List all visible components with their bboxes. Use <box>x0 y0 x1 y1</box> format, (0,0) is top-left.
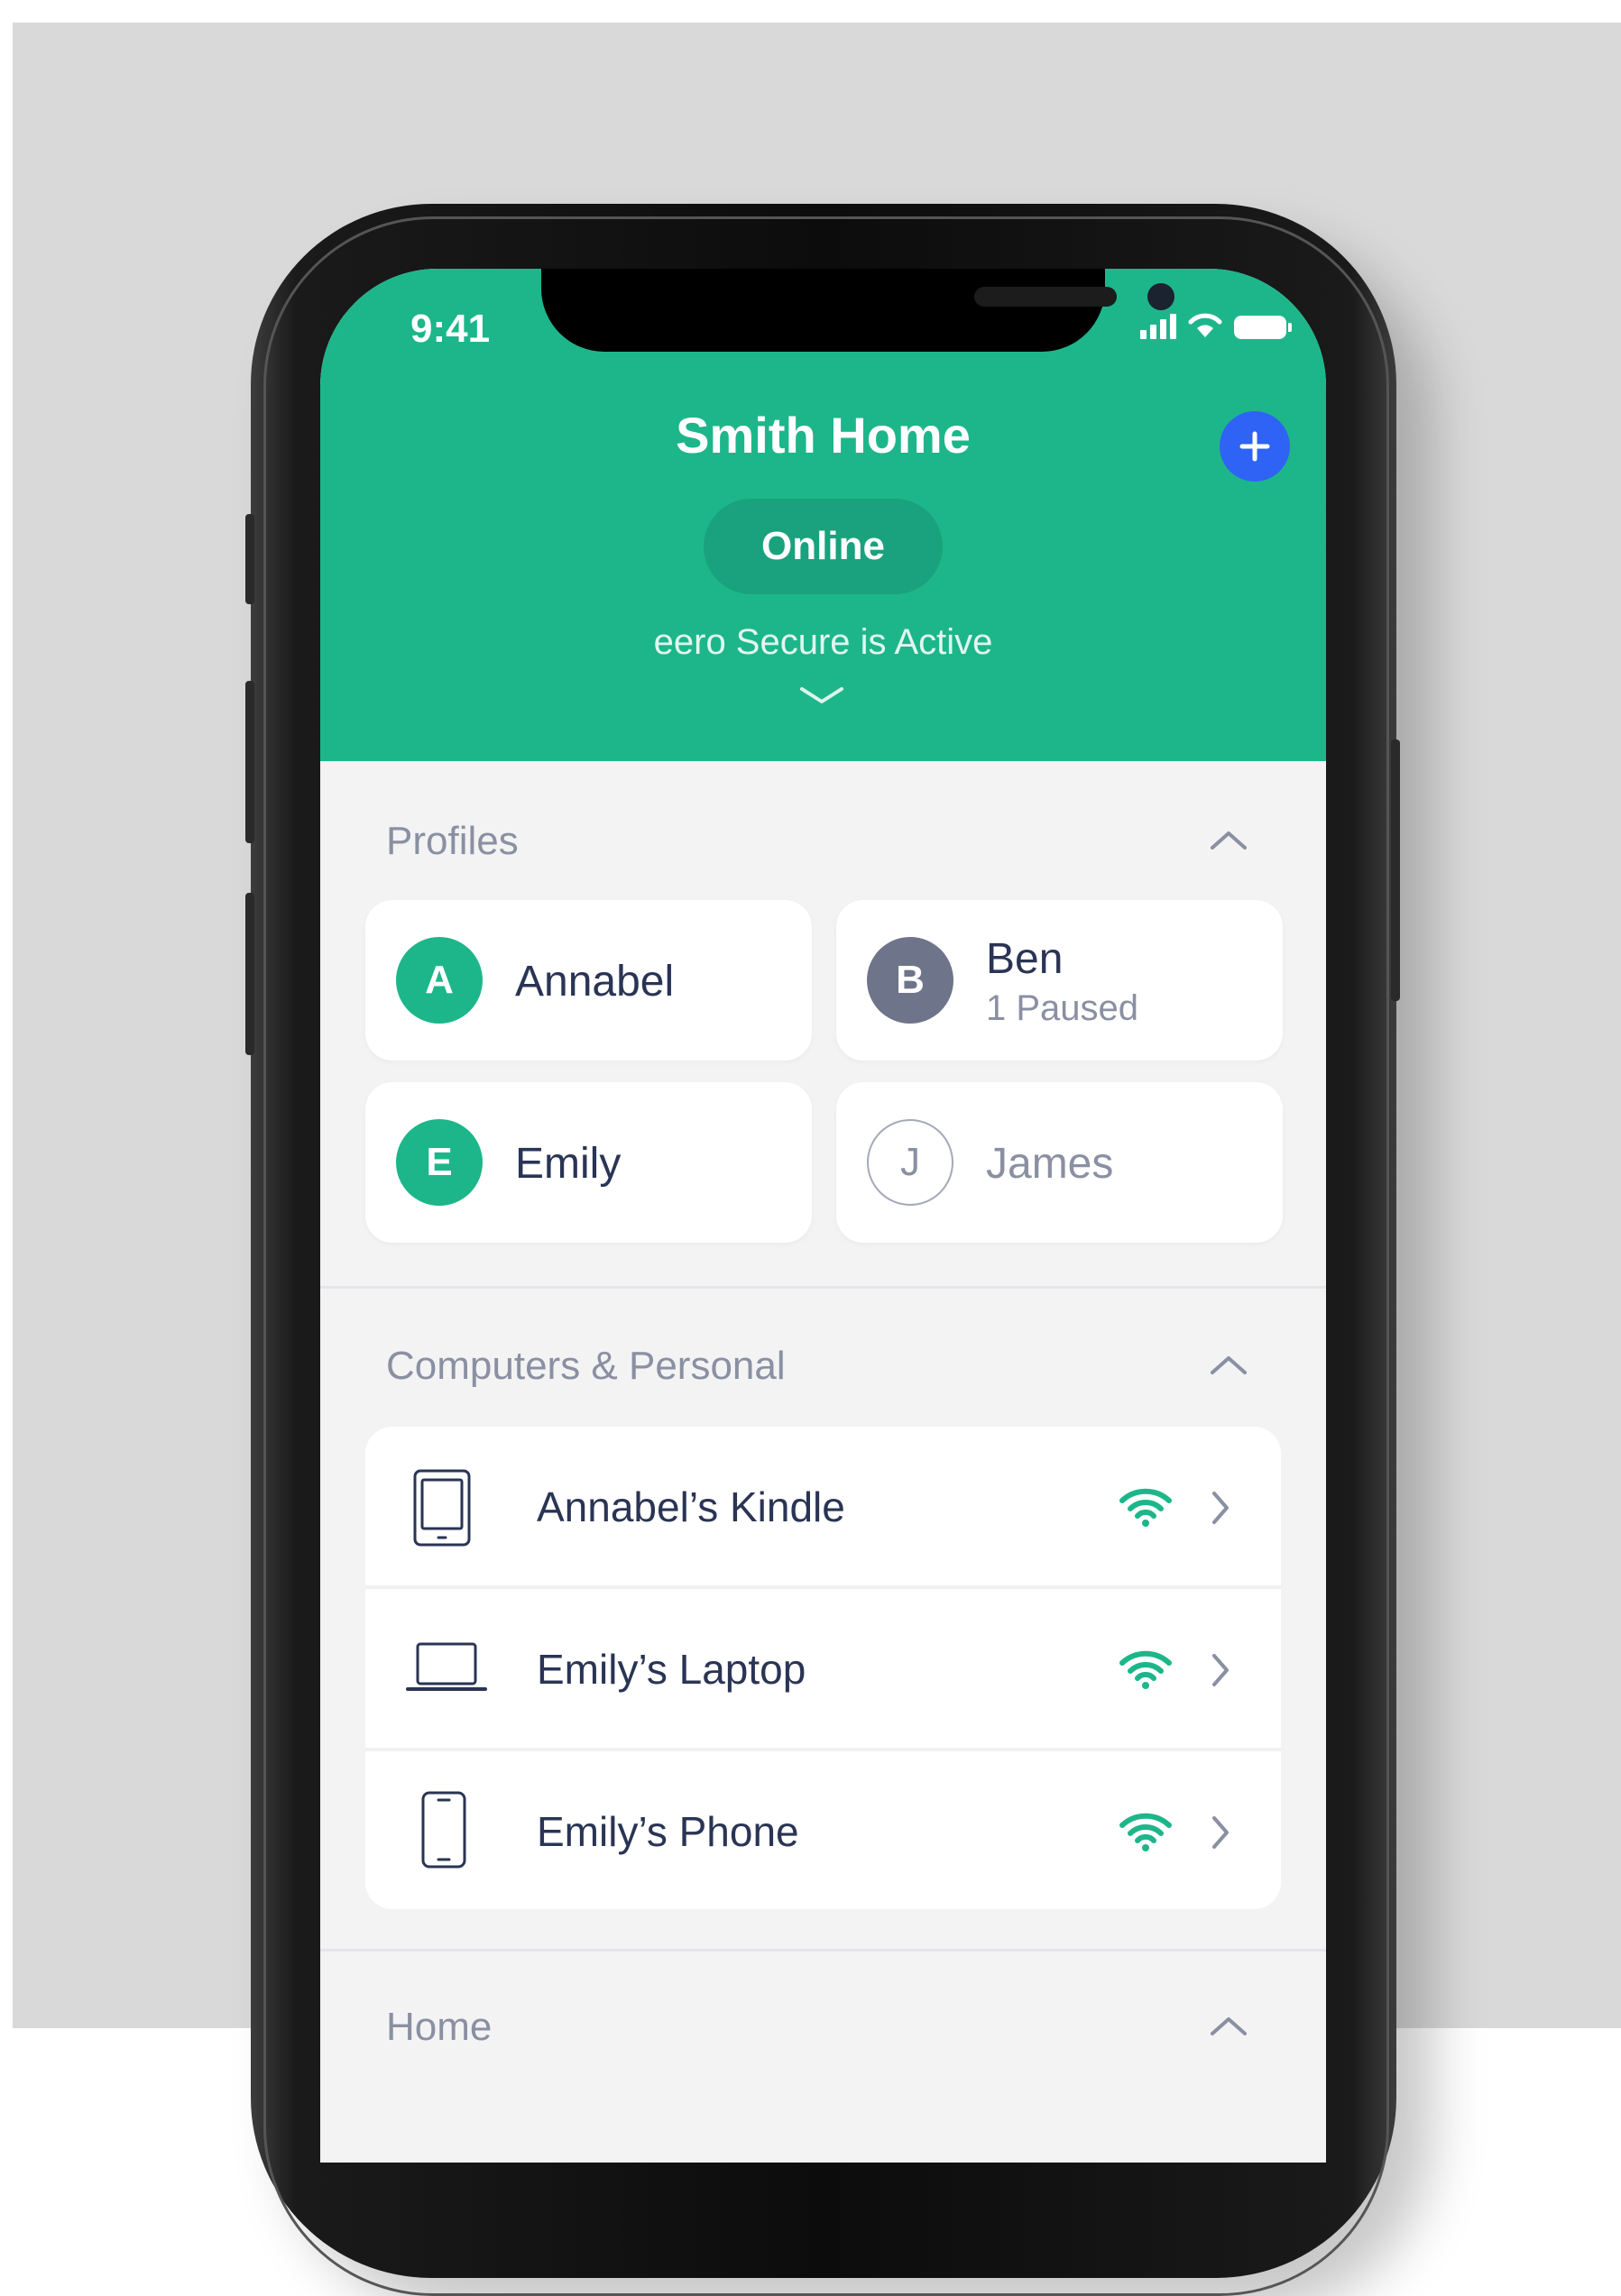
cellular-signal-icon <box>1140 312 1176 339</box>
profile-status: 1 Paused <box>986 988 1139 1028</box>
wifi-connected-icon <box>1119 1650 1172 1689</box>
profile-card-james[interactable]: J James <box>836 1082 1283 1243</box>
battery-icon <box>1234 316 1292 339</box>
collapse-devices-icon[interactable] <box>1209 1353 1248 1376</box>
chevron-right-icon <box>1212 1654 1229 1686</box>
avatar: J <box>867 1119 953 1206</box>
app-screen: 9:41 Smith Home Online eero Secure is Ac… <box>320 269 1326 2163</box>
device-name: Annabel’s Kindle <box>537 1483 845 1530</box>
devices-section-title: Computers & Personal <box>386 1344 786 1388</box>
network-name: Smith Home <box>676 407 971 464</box>
avatar: A <box>396 937 483 1024</box>
phone-icon <box>421 1791 466 1869</box>
front-camera <box>1147 283 1174 310</box>
laptop-icon <box>406 1642 487 1691</box>
profile-card-emily[interactable]: E Emily <box>365 1082 812 1243</box>
chevron-right-icon <box>1212 1492 1229 1524</box>
collapse-profiles-icon[interactable] <box>1209 828 1248 851</box>
phone-notch <box>541 269 1174 352</box>
device-name: Emily’s Laptop <box>537 1646 806 1693</box>
section-divider <box>320 1286 1326 1289</box>
profiles-section-title: Profiles <box>386 819 519 863</box>
profile-name: Annabel <box>515 958 675 1006</box>
tablet-icon <box>413 1469 471 1547</box>
collapse-home-icon[interactable] <box>1209 2014 1248 2037</box>
chevron-right-icon <box>1212 1816 1229 1849</box>
plus-icon <box>1239 431 1270 462</box>
status-time: 9:41 <box>410 307 491 351</box>
speaker-grille <box>974 287 1117 307</box>
wifi-connected-icon <box>1119 1488 1172 1527</box>
home-section-title: Home <box>386 2005 493 2049</box>
device-list: Annabel’s Kindle Emily’s Laptop Emily’s … <box>365 1427 1281 1909</box>
section-divider <box>320 1949 1326 1952</box>
wifi-connected-icon <box>1119 1813 1172 1851</box>
profile-name: James <box>986 1140 1114 1188</box>
device-row-emilys-phone[interactable]: Emily’s Phone <box>365 1751 1281 1909</box>
avatar: E <box>396 1119 483 1206</box>
wifi-status-icon <box>1188 313 1222 337</box>
volume-up-button <box>245 681 254 843</box>
profile-name: Ben <box>986 935 1064 983</box>
volume-down-button <box>245 893 254 1055</box>
secure-status-text: eero Secure is Active <box>653 622 993 662</box>
status-icons <box>1140 312 1292 339</box>
device-row-annabels-kindle[interactable]: Annabel’s Kindle <box>365 1427 1281 1586</box>
power-button <box>1391 739 1400 1001</box>
network-status-badge[interactable]: Online <box>704 499 943 594</box>
device-row-emilys-laptop[interactable]: Emily’s Laptop <box>365 1589 1281 1749</box>
avatar: B <box>867 937 953 1024</box>
mute-switch <box>245 514 254 604</box>
profile-card-annabel[interactable]: A Annabel <box>365 900 812 1061</box>
chevron-down-icon[interactable] <box>798 684 845 707</box>
profile-name: Emily <box>515 1140 622 1188</box>
profile-card-ben[interactable]: B Ben 1 Paused <box>836 900 1283 1061</box>
device-name: Emily’s Phone <box>537 1808 799 1855</box>
add-button[interactable] <box>1220 411 1290 482</box>
